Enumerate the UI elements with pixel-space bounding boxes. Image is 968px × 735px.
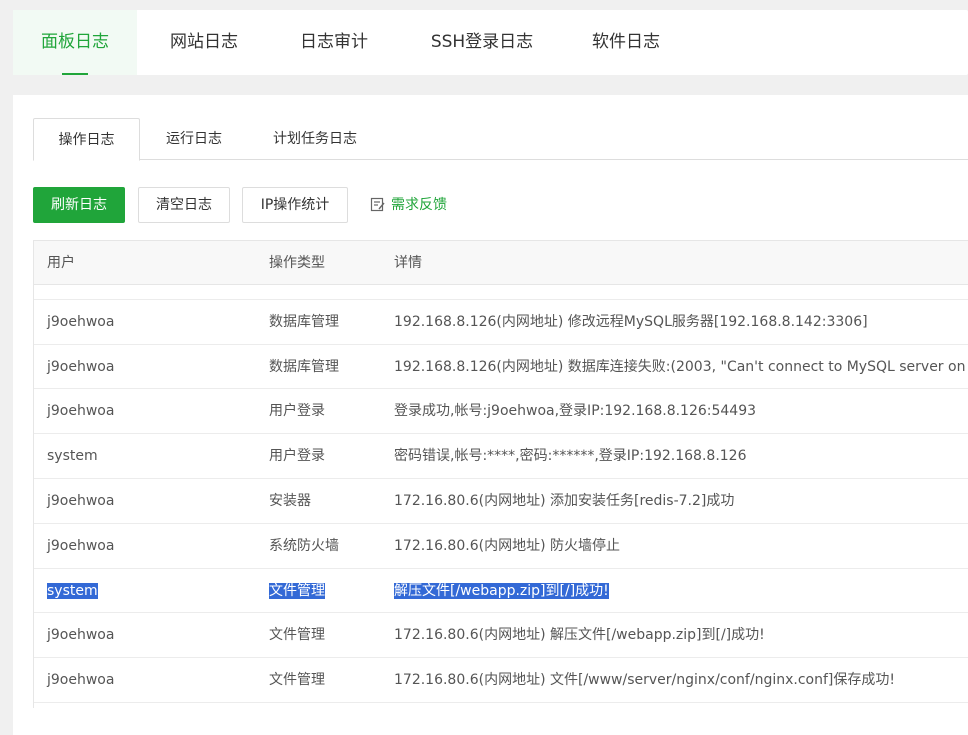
cell-type: 用户登录 xyxy=(269,389,325,433)
column-header-user: 用户 xyxy=(47,255,75,271)
cell-text: 192.168.8.126(内网地址) 修改远程MySQL服务器[192.168… xyxy=(394,313,868,330)
cell-user: system xyxy=(47,569,98,613)
table-row: system 用户登录 密码错误,帐号:****,密码:******,登录IP:19… xyxy=(34,434,968,479)
tab-log-audit[interactable]: 日志审计 xyxy=(289,10,379,75)
cell-text: 密码错误,帐号:****,密码:******,登录IP:192.168.8.12… xyxy=(394,448,747,465)
column-header-detail: 详情 xyxy=(394,255,422,271)
cell-text: 文件管理 xyxy=(269,582,325,599)
table-row: j9oehwoa 系统防火墙 172.16.80.6(内网地址) 防火墙停止 xyxy=(34,524,968,569)
cell-detail: 172.16.80.6(内网地址) 防火墙停止 xyxy=(394,524,620,568)
table-body[interactable]: j9oehwoa用户登录登录成功,帐号:j9oehwoa,登录IP:192.16… xyxy=(34,285,968,708)
cell-text: 172.16.80.6(内网地址) 文件[/www/server/nginx/c… xyxy=(394,672,895,689)
clear-log-button[interactable]: 清空日志 xyxy=(138,187,230,223)
cell-text: system xyxy=(47,582,98,599)
cell-type: 文件管理 xyxy=(269,658,325,702)
table-row: j9oehwoa 文件管理 172.16.80.6(内网地址) 文件[/www/se… xyxy=(34,658,968,703)
cell-text: 文件管理 xyxy=(269,672,325,689)
cell-text: 172.16.80.6(内网地址) 添加安装任务[redis-7.2]成功 xyxy=(394,492,735,509)
cell-type: 系统防火墙 xyxy=(269,524,339,568)
tab-ssh-login-log[interactable]: SSH登录日志 xyxy=(419,10,545,75)
cell-detail: 密码错误,帐号:****,密码:******,登录IP:192.168.8.12… xyxy=(394,434,747,478)
ip-stats-button[interactable]: IP操作统计 xyxy=(242,187,348,223)
cell-detail: 172.16.80.6(内网地址) 解压文件[/webapp.zip]到[/]成… xyxy=(394,613,765,657)
subtab-run-log[interactable]: 运行日志 xyxy=(148,118,240,160)
cell-user: j9oehwoa xyxy=(47,658,114,702)
cell-user: j9oehwoa xyxy=(47,389,114,433)
cell-text: system xyxy=(47,448,98,465)
log-panel: 操作日志 运行日志 计划任务日志 刷新日志 清空日志 IP操作统计 需求反馈 用… xyxy=(13,95,968,735)
cell-user: j9oehwoa xyxy=(47,613,114,657)
cell-text: 数据库管理 xyxy=(269,313,339,330)
cell-detail: 解压文件[/webapp.zip]到[/]成功! xyxy=(394,569,609,613)
cell-detail: 172.16.80.6(内网地址) 添加安装任务[redis-7.2]成功 xyxy=(394,479,734,523)
log-subtabs: 操作日志 运行日志 计划任务日志 xyxy=(33,118,968,161)
cell-type: 安装器 xyxy=(269,479,311,523)
refresh-log-button[interactable]: 刷新日志 xyxy=(33,187,125,223)
tab-software-log[interactable]: 软件日志 xyxy=(581,10,671,75)
log-category-tabs: 面板日志 网站日志 日志审计 SSH登录日志 软件日志 xyxy=(13,10,968,75)
cell-text: 解压文件[/webapp.zip]到[/]成功! xyxy=(394,582,609,599)
cell-type: 文件管理 xyxy=(269,613,325,657)
table-header: 用户 操作类型 详情 xyxy=(34,240,968,285)
cell-text: 172.16.80.6(内网地址) 解压文件[/webapp.zip]到[/]成… xyxy=(394,627,765,644)
cell-text: 用户登录 xyxy=(269,403,325,420)
cell-text: j9oehwoa xyxy=(47,313,115,330)
table-row: j9oehwoa 文件管理 172.16.80.6(内网地址) 解压文件[/weba… xyxy=(34,613,968,659)
subtab-operation-log[interactable]: 操作日志 xyxy=(33,118,140,161)
cell-user: j9oehwoa xyxy=(47,285,114,299)
cell-user: j9oehwoa xyxy=(47,524,114,568)
cell-detail: 192.168.8.126(内网地址) 数据库连接失败:(2003, "Can'… xyxy=(394,345,965,389)
cell-text: j9oehwoa xyxy=(47,358,115,375)
cell-detail: 172.16.80.6(内网地址) 文件[/www/server/nginx/c… xyxy=(394,658,895,702)
cell-text: 数据库管理 xyxy=(269,358,339,375)
tab-panel-log[interactable]: 面板日志 xyxy=(13,10,137,75)
cell-user: j9oehwoa xyxy=(47,345,114,389)
cell-text: j9oehwoa xyxy=(47,492,115,509)
cell-type: 文件管理 xyxy=(269,569,325,613)
cell-user: system xyxy=(47,434,98,478)
column-header-type: 操作类型 xyxy=(269,255,325,271)
cell-text: 文件管理 xyxy=(269,627,325,644)
table-row: j9oehwoa 用户登录 登录成功,帐号:j9oehwoa,登录IP:192.16… xyxy=(34,285,968,300)
cell-detail: 登录成功,帐号:j9oehwoa,登录IP:192.168.8.1:28994 xyxy=(394,285,738,299)
cell-type: 用户登录 xyxy=(269,434,325,478)
cell-text: 系统防火墙 xyxy=(269,537,339,554)
cell-type: 用户登录 xyxy=(269,285,325,299)
table-row: j9oehwoa 数据库管理 192.168.8.126(内网地址) 修改远程MyS… xyxy=(34,300,968,345)
table-row: system 文件管理 解压文件[/webapp.zip]到[/]成功! xyxy=(34,569,968,614)
cell-user: j9oehwoa xyxy=(47,479,114,523)
table-row: j9oehwoa 用户登录 登录成功,帐号:j9oehwoa,登录IP:192.16… xyxy=(34,389,968,435)
feedback-link[interactable]: 需求反馈 xyxy=(370,187,447,223)
table-row: j9oehwoa 安装器 172.16.80.6(内网地址) 添加安装任务[redi… xyxy=(34,479,968,524)
cell-detail: 192.168.8.126(内网地址) 修改远程MySQL服务器[192.168… xyxy=(394,300,868,344)
table-row: j9oehwoa 数据库管理 192.168.8.126(内网地址) 数据库连接失败… xyxy=(34,345,968,390)
cell-text: j9oehwoa xyxy=(47,537,115,554)
cell-detail: 登录成功,帐号:j9oehwoa,登录IP:192.168.8.126:5449… xyxy=(394,389,756,433)
cell-text: 登录成功,帐号:j9oehwoa,登录IP:192.168.8.126:5449… xyxy=(394,403,757,420)
cell-text: 172.16.80.6(内网地址) 防火墙停止 xyxy=(394,537,620,554)
cell-text: j9oehwoa xyxy=(47,672,115,689)
edit-note-icon xyxy=(370,197,385,212)
subtab-cron-log[interactable]: 计划任务日志 xyxy=(256,118,374,160)
cell-type: 数据库管理 xyxy=(269,345,339,389)
cell-text: j9oehwoa xyxy=(47,627,115,644)
cell-text: 安装器 xyxy=(269,492,311,509)
operation-log-table: 用户 操作类型 详情 j9oehwoa用户登录登录成功,帐号:j9oehwoa,… xyxy=(33,240,968,708)
feedback-label: 需求反馈 xyxy=(391,197,447,213)
cell-text: j9oehwoa xyxy=(47,403,115,420)
cell-text: 用户登录 xyxy=(269,448,325,465)
cell-text: 192.168.8.126(内网地址) 数据库连接失败:(2003, "Can'… xyxy=(394,358,966,375)
tab-website-log[interactable]: 网站日志 xyxy=(159,10,249,75)
cell-user: j9oehwoa xyxy=(47,300,114,344)
cell-type: 数据库管理 xyxy=(269,300,339,344)
